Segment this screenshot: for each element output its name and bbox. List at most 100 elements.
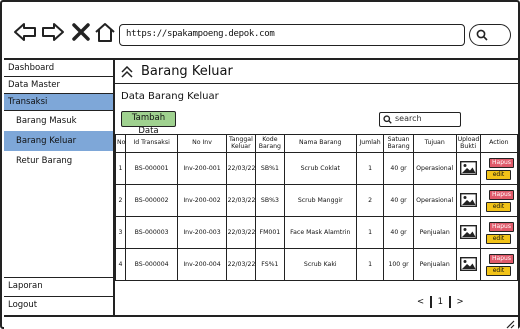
add-data-button[interactable]: Tambah Data — [121, 111, 176, 136]
edit-button[interactable]: edit — [486, 265, 511, 276]
status-bar — [4, 315, 518, 329]
col-header-jumlah: Jumlah — [355, 134, 385, 153]
edit-button[interactable]: edit — [486, 201, 511, 212]
current-page[interactable]: 1 — [438, 297, 443, 307]
col-header-inv: No Inv — [177, 134, 227, 153]
hapus-button[interactable]: Hapus — [489, 221, 514, 232]
col-header-action: Action — [479, 134, 519, 153]
col-header-kode: Kode Barang — [255, 134, 285, 153]
col-header-nama: Nama Barang — [283, 134, 357, 153]
chevron-up-icon[interactable] — [121, 65, 133, 78]
next-page-button[interactable]: > — [457, 297, 464, 307]
search-icon — [383, 115, 392, 124]
cell-jumlah: 2 — [355, 184, 385, 217]
cell-id: BS-000002 — [124, 184, 179, 217]
edit-button[interactable]: edit — [486, 233, 511, 244]
cell-id: BS-000003 — [124, 216, 179, 249]
cell-action: Hapus edit — [479, 216, 519, 249]
cell-nama: Face Mask Alamtrin — [283, 216, 357, 249]
back-arrow-icon[interactable] — [12, 20, 38, 44]
sidebar-subitem-retur-barang[interactable]: Retur Barang — [4, 151, 113, 171]
search-input[interactable]: search — [379, 112, 461, 127]
cell-upload — [455, 152, 481, 185]
image-icon[interactable] — [459, 256, 477, 271]
cell-nama: Scrub Coklat — [283, 152, 357, 185]
image-icon[interactable] — [459, 160, 477, 175]
cell-kode: SB%1 — [255, 152, 285, 185]
cell-jumlah: 1 — [355, 152, 385, 185]
cell-kode: FM001 — [255, 216, 285, 249]
prev-page-button[interactable]: < — [417, 297, 424, 307]
hapus-button[interactable]: Hapus — [489, 253, 514, 264]
header-divider — [115, 83, 518, 84]
image-icon[interactable] — [459, 192, 477, 207]
cell-tanggal: 22/03/22 — [225, 248, 257, 281]
cell-action: Hapus edit — [479, 152, 519, 185]
cell-kode: SB%3 — [255, 184, 285, 217]
main-content: Barang Keluar Data Barang Keluar Tambah … — [115, 60, 519, 315]
sidebar: Dashboard Data Master Transaksi Barang M… — [4, 60, 115, 315]
hapus-button[interactable]: Hapus — [489, 189, 514, 200]
col-header-upload: Upload Bukti — [455, 134, 481, 153]
table-row: 2 BS-000002 Inv-200-002 22/03/22 SB%3 Sc… — [115, 184, 519, 217]
cell-upload — [455, 184, 481, 217]
cell-tujuan: Penjualan — [412, 248, 457, 281]
sidebar-item-dashboard[interactable]: Dashboard — [4, 60, 113, 77]
search-placeholder: search — [395, 114, 422, 123]
cell-inv: Inv-200-004 — [177, 248, 227, 281]
hapus-button[interactable]: Hapus — [489, 157, 514, 168]
home-icon[interactable] — [92, 20, 118, 44]
cell-satuan: 100 gr — [383, 248, 414, 281]
cell-inv: Inv-200-002 — [177, 184, 227, 217]
cell-no: 3 — [115, 216, 126, 249]
pagination-divider — [430, 296, 432, 308]
cell-inv: Inv-200-003 — [177, 216, 227, 249]
cell-satuan: 40 gr — [383, 152, 414, 185]
col-header-tanggal: Tanggal Keluar — [225, 134, 257, 153]
col-header-no: No — [115, 134, 126, 153]
sidebar-item-transaksi[interactable]: Transaksi — [4, 94, 113, 111]
section-title: Data Barang Keluar — [121, 91, 219, 102]
cell-nama: Scrub Manggir — [283, 184, 357, 217]
cell-no: 2 — [115, 184, 126, 217]
cell-jumlah: 1 — [355, 216, 385, 249]
browser-search-button[interactable] — [469, 24, 511, 46]
cell-id: BS-000001 — [124, 152, 179, 185]
close-icon[interactable] — [68, 20, 94, 44]
url-bar[interactable]: https://spakampoeng.depok.com — [119, 24, 465, 46]
forward-arrow-icon[interactable] — [40, 20, 66, 44]
cell-no: 1 — [115, 152, 126, 185]
col-header-satuan: Satuan Barang — [383, 134, 414, 153]
cell-satuan: 40 gr — [383, 216, 414, 249]
cell-kode: FS%1 — [255, 248, 285, 281]
cell-nama: Scrub Kaki — [283, 248, 357, 281]
cell-action: Hapus edit — [479, 248, 519, 281]
sidebar-item-data-master[interactable]: Data Master — [4, 77, 113, 94]
browser-toolbar: https://spakampoeng.depok.com — [4, 4, 518, 60]
cell-tujuan: Operasional — [412, 184, 457, 217]
page-header: Barang Keluar — [121, 64, 233, 79]
col-header-id: Id Transaksi — [124, 134, 179, 153]
sidebar-subitem-barang-keluar[interactable]: Barang Keluar — [4, 131, 113, 151]
sidebar-item-laporan[interactable]: Laporan — [4, 277, 115, 294]
search-icon — [476, 29, 488, 41]
image-icon[interactable] — [459, 224, 477, 239]
resize-grip-icon[interactable] — [504, 318, 515, 329]
cell-tujuan: Operasional — [412, 152, 457, 185]
cell-inv: Inv-200-001 — [177, 152, 227, 185]
table-row: 4 BS-000004 Inv-200-004 22/03/22 FS%1 Sc… — [115, 248, 519, 281]
edit-button[interactable]: edit — [486, 169, 511, 180]
pagination: < 1 > — [417, 296, 464, 308]
data-table: No Id Transaksi No Inv Tanggal Keluar Ko… — [115, 134, 519, 281]
sidebar-subitem-barang-masuk[interactable]: Barang Masuk — [4, 111, 113, 131]
cell-tanggal: 22/03/22 — [225, 184, 257, 217]
cell-no: 4 — [115, 248, 126, 281]
page-title: Barang Keluar — [141, 64, 233, 79]
cell-tujuan: Penjualan — [412, 216, 457, 249]
cell-satuan: 40 gr — [383, 184, 414, 217]
col-header-tujuan: Tujuan — [412, 134, 457, 153]
sidebar-item-logout[interactable]: Logout — [4, 296, 115, 313]
table-row: 1 BS-000001 Inv-200-001 22/03/22 SB%1 Sc… — [115, 152, 519, 185]
cell-upload — [455, 216, 481, 249]
cell-tanggal: 22/03/22 — [225, 216, 257, 249]
